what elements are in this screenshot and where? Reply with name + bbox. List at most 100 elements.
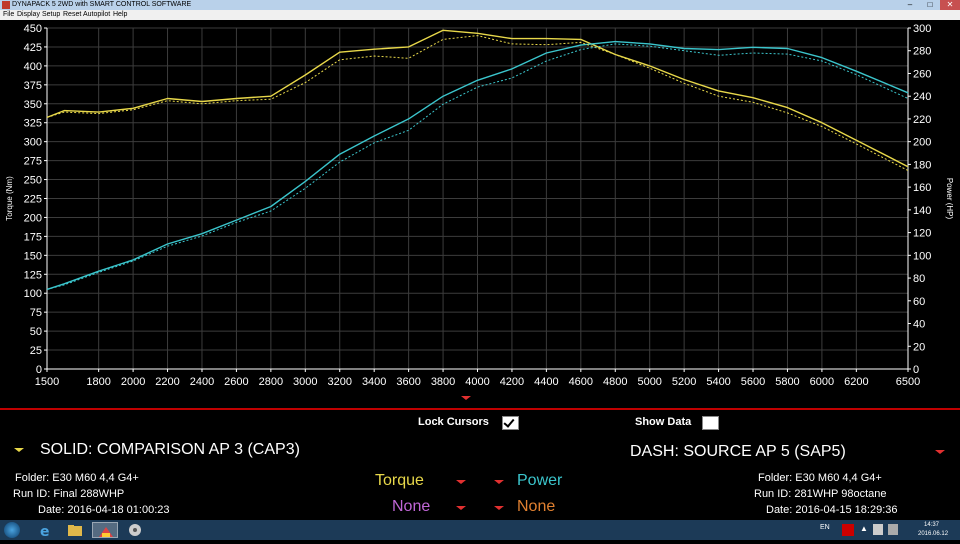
clock-date[interactable]: 2016.06.12 xyxy=(918,531,948,537)
y2-tick-label: 140 xyxy=(913,205,931,217)
solid-run-id: Run ID: Final 288WHP xyxy=(13,488,125,500)
menu-autopilot[interactable]: Autopilot xyxy=(83,10,110,20)
clock-time[interactable]: 14:37 xyxy=(924,522,939,528)
dynapack-icon[interactable] xyxy=(92,522,118,538)
channel2-selector[interactable]: Power xyxy=(517,472,562,490)
y-tick-label: 350 xyxy=(24,99,42,111)
x-tick-label: 4400 xyxy=(534,376,558,388)
lock-cursors-label: Lock Cursors xyxy=(418,416,489,428)
menu-setup[interactable]: Setup xyxy=(42,10,60,20)
dash-run-id: Run ID: 281WHP 98octane xyxy=(754,488,887,500)
channel1-selector[interactable]: Torque xyxy=(375,472,424,490)
y2-tick-label: 160 xyxy=(913,182,931,194)
y-tick-label: 200 xyxy=(24,212,42,224)
x-tick-label: 2000 xyxy=(121,376,145,388)
language-indicator[interactable]: EN xyxy=(820,524,830,531)
y-tick-label: 125 xyxy=(24,269,42,281)
y-tick-label: 250 xyxy=(24,175,42,187)
start-button[interactable] xyxy=(4,522,20,538)
checkmark-icon xyxy=(503,416,515,428)
volume-icon[interactable] xyxy=(888,524,898,535)
y2-tick-label: 180 xyxy=(913,159,931,171)
xaxis-dropdown-arrow-icon[interactable] xyxy=(461,396,471,400)
menu-help[interactable]: Help xyxy=(113,10,127,20)
y-tick-label: 150 xyxy=(24,250,42,262)
dyno-graph[interactable]: 0 25 50 75 100 125 150 175 200 225 250 275 300 325 350… xyxy=(0,20,960,408)
y-tick-label: 100 xyxy=(24,288,42,300)
dash-run-title[interactable]: DASH: SOURCE AP 5 (SAP5) xyxy=(630,443,846,461)
channel3-arrow-icon[interactable] xyxy=(456,506,466,510)
dash-dropdown-arrow-icon[interactable] xyxy=(935,450,945,454)
x-tick-label: 5800 xyxy=(775,376,799,388)
x-tick-label: 3200 xyxy=(327,376,351,388)
show-data-checkbox[interactable] xyxy=(702,416,719,430)
channel4-selector[interactable]: None xyxy=(517,498,555,516)
taskbar: e EN ▲ 14:37 2016.06.12 xyxy=(0,520,960,540)
app-icon xyxy=(2,1,10,9)
y-tick-label: 0 xyxy=(36,364,42,376)
y-tick-label: 275 xyxy=(24,156,42,168)
x-tick-label: 3600 xyxy=(396,376,420,388)
solid-date: Date: 2016-04-18 01:00:23 xyxy=(38,504,170,516)
y-tick-label: 25 xyxy=(30,345,42,357)
folder-icon[interactable] xyxy=(62,522,88,538)
y2-tick-label: 20 xyxy=(913,341,925,353)
y2-tick-label: 60 xyxy=(913,296,925,308)
mode-label: Comparison xyxy=(24,390,100,405)
xaxis-label: X-Axis: Engine Rpm xyxy=(310,390,427,405)
x-tick-label: 2400 xyxy=(190,376,214,388)
y2-tick-label: 300 xyxy=(913,23,931,35)
channel2-arrow-icon[interactable] xyxy=(494,480,504,484)
y-tick-label: 225 xyxy=(24,194,42,206)
maximize-button[interactable]: □ xyxy=(920,0,940,10)
title-bar: DYNAPACK 5 2WD with SMART CONTROL SOFTWA… xyxy=(0,0,960,10)
close-button[interactable]: ✕ xyxy=(940,0,960,10)
channel3-selector[interactable]: None xyxy=(392,498,430,516)
y-tick-label: 450 xyxy=(24,23,42,35)
y2-tick-label: 120 xyxy=(913,228,931,240)
x-tick-label: 6500 xyxy=(896,376,920,388)
x-tick-label: 2600 xyxy=(224,376,248,388)
x-tick-label: 3000 xyxy=(293,376,317,388)
network-icon[interactable] xyxy=(873,524,883,535)
menu-display[interactable]: Display xyxy=(17,10,40,20)
channel1-arrow-icon[interactable] xyxy=(456,480,466,484)
menu-file[interactable]: File xyxy=(3,10,14,20)
window-title: DYNAPACK 5 2WD with SMART CONTROL SOFTWA… xyxy=(12,1,192,8)
y-tick-label: 50 xyxy=(30,326,42,338)
y2-tick-label: 260 xyxy=(913,68,931,80)
minimize-button[interactable]: – xyxy=(900,0,920,10)
y-tick-label: 425 xyxy=(24,42,42,54)
x-tick-label: 1500 xyxy=(35,376,59,388)
y2-tick-label: 280 xyxy=(913,46,931,58)
y2-tick-label: 200 xyxy=(913,137,931,149)
y2-tick-label: 240 xyxy=(913,91,931,103)
x-tick-label: 3800 xyxy=(431,376,455,388)
left-axis-title: Torque (Nm) xyxy=(5,176,14,221)
notification-icon[interactable] xyxy=(842,524,854,536)
tool-icon[interactable] xyxy=(122,522,148,538)
y2-tick-label: 0 xyxy=(913,364,919,376)
ie-icon[interactable]: e xyxy=(32,522,58,540)
solid-folder: Folder: E30 M60 4,4 G4+ xyxy=(15,472,139,484)
dash-folder: Folder: E30 M60 4,4 G4+ xyxy=(758,472,882,484)
y2-tick-label: 40 xyxy=(913,319,925,331)
show-data-label: Show Data xyxy=(635,416,692,428)
tray-arrow-icon[interactable]: ▲ xyxy=(860,524,868,533)
svg-text:e: e xyxy=(40,524,50,538)
menu-reset[interactable]: Reset xyxy=(63,10,81,20)
y-tick-label: 300 xyxy=(24,137,42,149)
y-tick-label: 375 xyxy=(24,80,42,92)
channel4-arrow-icon[interactable] xyxy=(494,506,504,510)
y-tick-label: 400 xyxy=(24,61,42,73)
y-tick-label: 325 xyxy=(24,118,42,130)
x-tick-label: 3400 xyxy=(362,376,386,388)
x-tick-label: 4600 xyxy=(569,376,593,388)
y-tick-label: 175 xyxy=(24,231,42,243)
solid-dropdown-arrow-icon[interactable] xyxy=(14,448,24,452)
dash-date: Date: 2016-04-15 18:29:36 xyxy=(766,504,898,516)
x-tick-label: 5600 xyxy=(741,376,765,388)
lock-cursors-checkbox[interactable] xyxy=(502,416,519,430)
solid-run-title[interactable]: SOLID: COMPARISON AP 3 (CAP3) xyxy=(40,441,300,459)
y2-tick-label: 220 xyxy=(913,114,931,126)
